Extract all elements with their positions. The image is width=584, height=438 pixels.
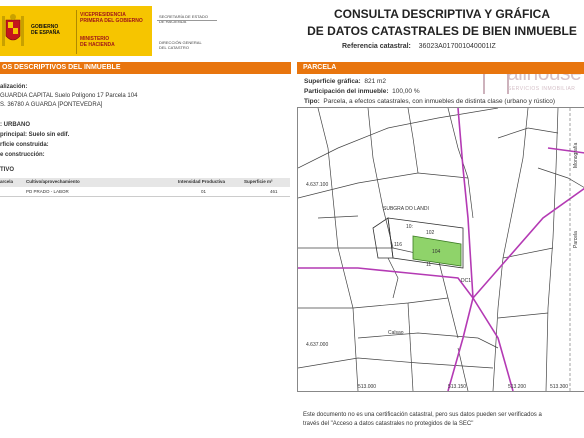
tipo-value: Parcela, a efectos catastrales, con inmu… xyxy=(323,98,555,105)
th-intensidad: Intensidad Productiva xyxy=(178,179,226,184)
th-parcela: arcela xyxy=(0,179,14,184)
ref-label: Referencia catastral: xyxy=(342,43,411,50)
page-subtitle: DE DATOS CATASTRALES DE BIEN INMUEBLE xyxy=(307,24,577,38)
map-label: 116 xyxy=(394,242,402,248)
part-value: 100,00 % xyxy=(392,88,420,95)
cadastral-map[interactable]: 4.637.100 4.637.000 SUBGRA DO LANDI 10: … xyxy=(297,107,584,392)
right-section-bar: PARCELA xyxy=(297,62,584,74)
divider xyxy=(157,20,217,21)
th-cultivo: Cultivo/aprovechamiento xyxy=(26,179,80,184)
ministry-line: PRIMERA DEL GOBIERNO xyxy=(80,18,143,24)
table-row-divider xyxy=(0,196,290,197)
superficie-grafica-row: Superficie gráfica: 821 m2 xyxy=(304,78,386,85)
superficie-text: rficie construida: xyxy=(0,142,49,148)
loc-label-text: alización: xyxy=(0,84,28,90)
td-intensidad: 01 xyxy=(201,189,207,194)
anio-row: e construcción: xyxy=(0,152,45,158)
secretaria-label: SECRETARÍA DE ESTADO DE HACIENDA xyxy=(159,14,208,24)
map-label: 10: xyxy=(406,224,413,230)
tipo-row: Tipo: Parcela, a efectos catastrales, co… xyxy=(304,98,582,105)
note-line2: través del "Acceso a datos catastrales n… xyxy=(303,421,474,427)
sup-value: 821 m2 xyxy=(364,78,387,85)
td-superficie: 461 xyxy=(270,189,278,194)
loc-label: alización: xyxy=(0,84,27,90)
disclaimer-note: Este documento no es una certificación c… xyxy=(303,411,579,429)
uso-row: principal: Suelo sin edif. xyxy=(0,132,69,138)
anio-text: e construcción: xyxy=(0,152,45,158)
tipo-label: Tipo: xyxy=(304,98,320,105)
participacion-row: Participación del inmueble: 100,00 % xyxy=(304,88,420,95)
divider xyxy=(76,10,77,54)
coat-of-arms-icon xyxy=(2,14,24,46)
sup-label: Superficie gráfica: xyxy=(304,78,361,85)
map-label: SUBGRA DO LANDI xyxy=(383,206,429,212)
ministry-line: DE HACIENDA xyxy=(80,42,115,48)
direccion-line: DEL CATASTRO xyxy=(159,45,189,50)
map-label: 4.637.000 xyxy=(306,342,328,348)
superficie-row: rficie construida: xyxy=(0,142,49,148)
map-label: 513.150 xyxy=(448,384,466,390)
part-label: Participación del inmueble: xyxy=(304,88,389,95)
direccion-label: DIRECCIÓN GENERAL DEL CATASTRO xyxy=(159,40,202,50)
cultivo-title-text: TIVO xyxy=(0,167,15,173)
td-cultivo: PD PRADO - LABOR xyxy=(26,189,69,194)
map-label: 102 xyxy=(426,230,435,236)
map-label: 11 xyxy=(426,262,431,268)
gov-label: GOBIERNO DE ESPAÑA xyxy=(31,24,60,36)
map-label: DC1 xyxy=(461,278,471,284)
ministerio-label: MINISTERIO DE HACIENDA xyxy=(80,36,115,48)
loc-line2: S. 36780 A GUARDA [PONTEVEDRA] xyxy=(0,102,103,108)
uso-text: principal: Suelo sin edif. xyxy=(0,132,70,138)
clase-row: : URBANO xyxy=(0,122,30,128)
map-label: 4.637.100 xyxy=(306,182,328,188)
map-label: 513.000 xyxy=(358,384,376,390)
watermark-sub: SERVICIOS INMOBILIAR xyxy=(508,86,576,92)
cadastral-map-svg: 4.637.100 4.637.000 SUBGRA DO LANDI 10: … xyxy=(298,108,584,391)
referencia-catastral: Referencia catastral: 36023A017001040001… xyxy=(342,43,496,50)
note-line1: Este documento no es una certificación c… xyxy=(303,412,542,418)
left-section-bar: OS DESCRIPTIVOS DEL INMUEBLE xyxy=(0,62,291,74)
gov-line: DE ESPAÑA xyxy=(31,30,60,36)
clase-text: : URBANO xyxy=(0,122,30,128)
map-label: 513.200 xyxy=(508,384,526,390)
th-superficie: Superficie m² xyxy=(244,179,273,184)
cultivo-title: TIVO xyxy=(0,167,14,173)
page-title: CONSULTA DESCRIPTIVA Y GRÁFICA xyxy=(333,7,550,21)
loc-line1: GUARDIA CAPITAL Suelo Polígono 17 Parcel… xyxy=(0,93,138,99)
map-label: 513.300 xyxy=(550,384,568,390)
map-label: Parcela xyxy=(573,231,579,248)
ref-value: 36023A017001040001IZ xyxy=(418,43,496,50)
map-label: Calsao xyxy=(388,330,404,336)
vicepresidencia-label: VICEPRESIDENCIA PRIMERA DEL GOBIERNO xyxy=(80,12,143,24)
map-label: 104 xyxy=(432,249,441,255)
map-label: Monografía xyxy=(573,142,579,168)
